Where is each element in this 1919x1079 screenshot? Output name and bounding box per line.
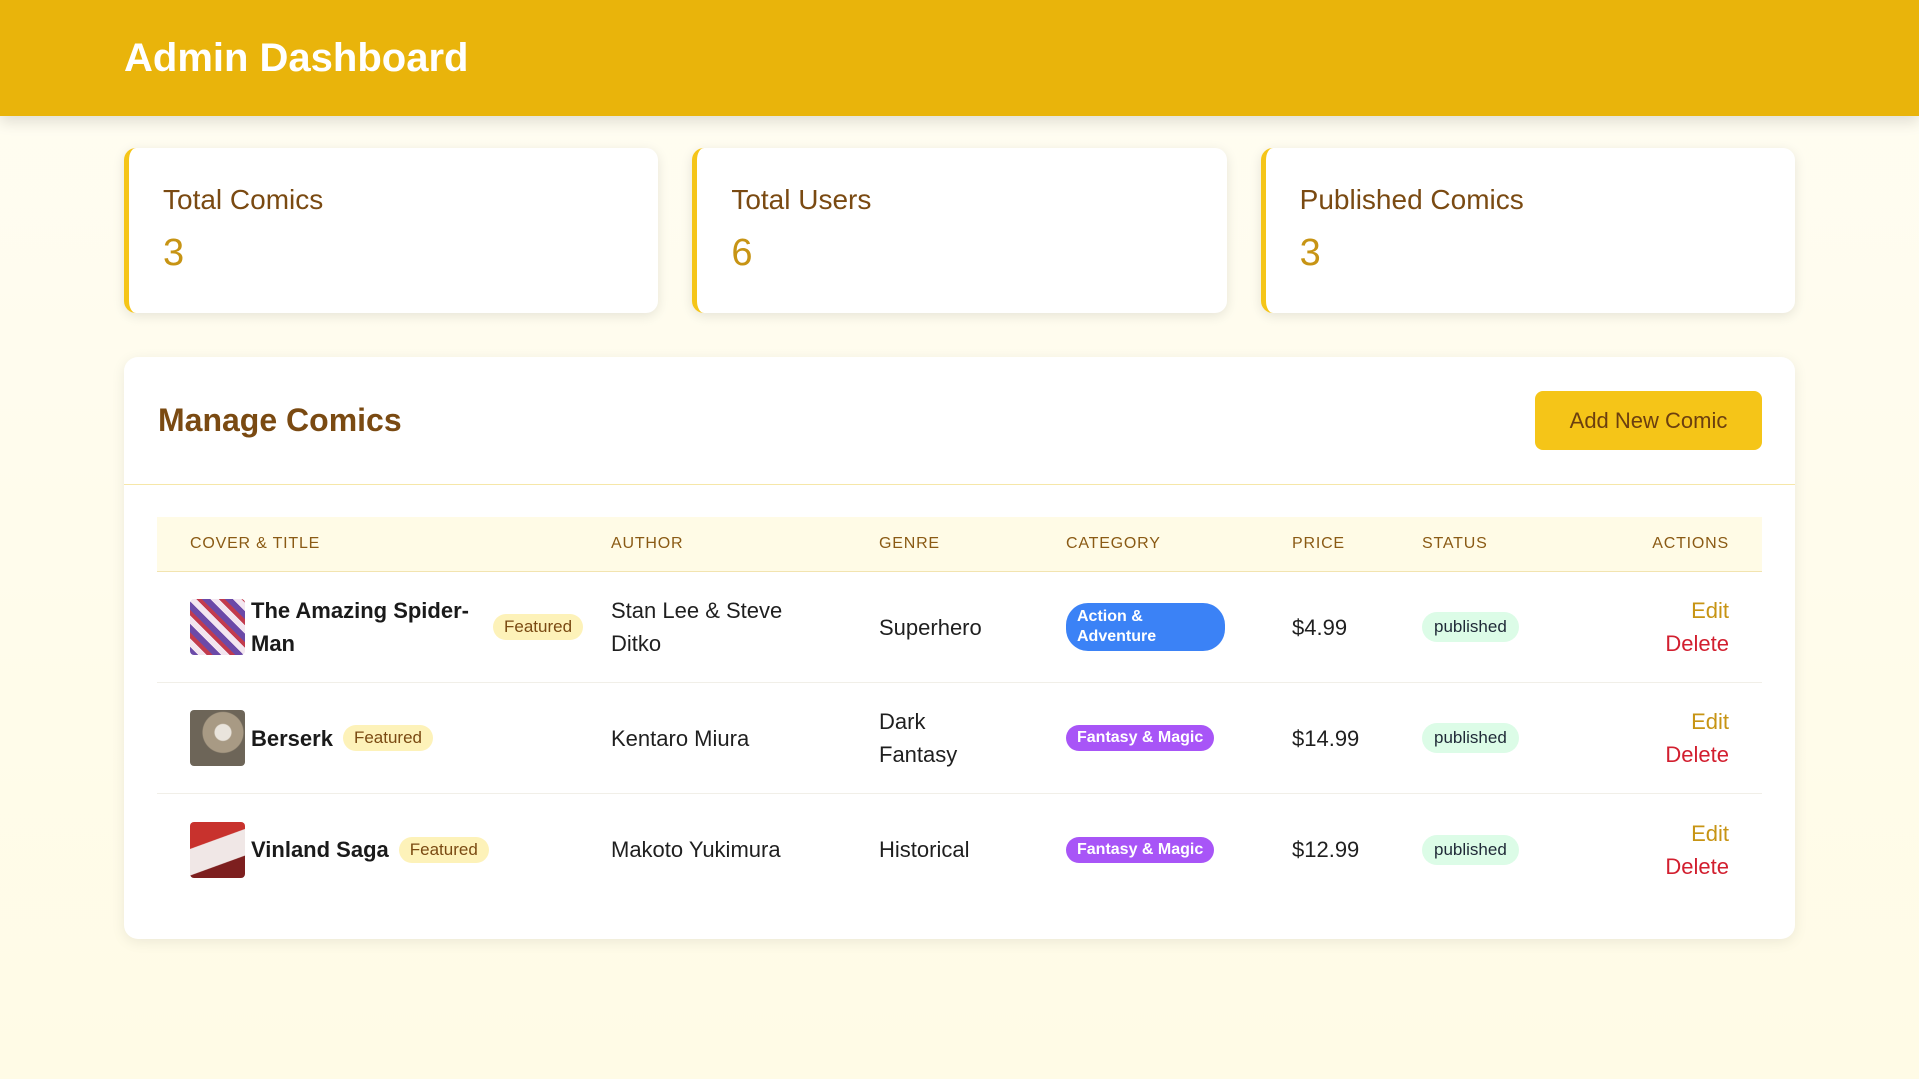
stats-row: Total Comics 3 Total Users 6 Published C… [124, 148, 1795, 313]
price-cell: $4.99 [1292, 614, 1348, 640]
price-cell: $12.99 [1292, 837, 1360, 862]
column-header-price: PRICE [1292, 535, 1345, 552]
genre-cell: Superhero [879, 614, 982, 640]
category-cell: Fantasy & Magic [1066, 725, 1292, 751]
stat-label: Published Comics [1299, 184, 1524, 215]
actions-cell: Edit Delete [1570, 705, 1761, 771]
page-title: Admin Dashboard [124, 35, 469, 80]
manage-comics-panel: Manage Comics Add New Comic COVER & TITL… [124, 357, 1795, 939]
column-header-status: STATUS [1422, 535, 1488, 552]
status-cell: published [1422, 834, 1570, 865]
top-header: Admin Dashboard [0, 0, 1919, 116]
panel-title: Manage Comics [158, 402, 402, 438]
comics-table: COVER & TITLE AUTHOR GENRE CATEGORY PRIC… [157, 517, 1762, 905]
stat-value: 6 [731, 232, 753, 274]
stat-label: Total Comics [163, 184, 324, 215]
table-header: COVER & TITLE AUTHOR GENRE CATEGORY PRIC… [157, 517, 1762, 572]
column-header-genre: GENRE [879, 535, 940, 552]
column-header-category: CATEGORY [1066, 535, 1161, 552]
category-cell: Fantasy & Magic [1066, 836, 1292, 863]
table-row: Vinland Saga Featured Makoto Yukimura Hi… [157, 794, 1762, 905]
cover-title-cell: Berserk Featured [157, 710, 611, 766]
column-header-cover-title: COVER & TITLE [190, 535, 321, 552]
column-header-author: AUTHOR [611, 535, 684, 552]
status-badge: published [1422, 834, 1519, 865]
comic-cover-thumbnail [190, 821, 245, 878]
table-row: The Amazing Spider-Man Featured Stan Lee… [157, 572, 1762, 683]
panel-header: Manage Comics Add New Comic [124, 357, 1795, 485]
actions-cell: Edit Delete [1570, 817, 1761, 883]
comic-title: Berserk [251, 725, 333, 751]
delete-link[interactable]: Delete [1570, 850, 1729, 883]
status-badge: published [1422, 723, 1519, 753]
author-cell: Kentaro Miura [611, 725, 750, 751]
author-name: Stan Lee & Steve Ditko [611, 598, 783, 656]
genre-cell: Historical [879, 837, 970, 862]
featured-badge: Featured [398, 836, 489, 863]
table-row: Berserk Featured Kentaro Miura Dark Fant… [157, 683, 1762, 794]
category-pill: Fantasy & Magic [1066, 836, 1215, 863]
status-cell: published [1422, 723, 1570, 753]
delete-link[interactable]: Delete [1570, 627, 1729, 660]
stat-card-published-comics: Published Comics 3 [1260, 148, 1795, 313]
featured-badge: Featured [493, 614, 584, 640]
price-cell: $14.99 [1292, 725, 1360, 751]
stat-card-total-users: Total Users 6 [692, 148, 1227, 313]
comic-cover-thumbnail [190, 710, 245, 766]
comic-cover-thumbnail [190, 599, 245, 655]
genre-text: Dark Fantasy [879, 709, 958, 767]
cover-title-cell: Vinland Saga Featured [157, 821, 611, 878]
category-pill: Fantasy & Magic [1066, 725, 1215, 751]
edit-link[interactable]: Edit [1570, 594, 1729, 627]
category-cell: Action & Adventure [1066, 603, 1292, 651]
featured-badge: Featured [342, 725, 433, 751]
author-cell: Stan Lee & Steve Ditko [611, 594, 879, 660]
stat-value: 3 [163, 232, 185, 274]
stat-label: Total Users [731, 184, 872, 215]
cover-title-cell: The Amazing Spider-Man Featured [157, 594, 611, 660]
add-new-comic-button[interactable]: Add New Comic [1535, 391, 1762, 450]
status-badge: published [1422, 612, 1519, 642]
actions-cell: Edit Delete [1570, 594, 1761, 660]
column-header-actions: ACTIONS [1652, 535, 1729, 552]
stat-value: 3 [1299, 232, 1321, 274]
genre-cell: Dark Fantasy [879, 705, 1066, 771]
status-cell: published [1422, 612, 1570, 642]
stat-card-total-comics: Total Comics 3 [124, 148, 659, 313]
edit-link[interactable]: Edit [1570, 705, 1729, 738]
comic-title: The Amazing Spider-Man [251, 598, 469, 656]
delete-link[interactable]: Delete [1570, 738, 1729, 771]
author-cell: Makoto Yukimura [611, 837, 781, 862]
category-pill: Action & Adventure [1066, 603, 1225, 651]
comic-title: Vinland Saga [251, 837, 389, 862]
edit-link[interactable]: Edit [1570, 817, 1729, 850]
